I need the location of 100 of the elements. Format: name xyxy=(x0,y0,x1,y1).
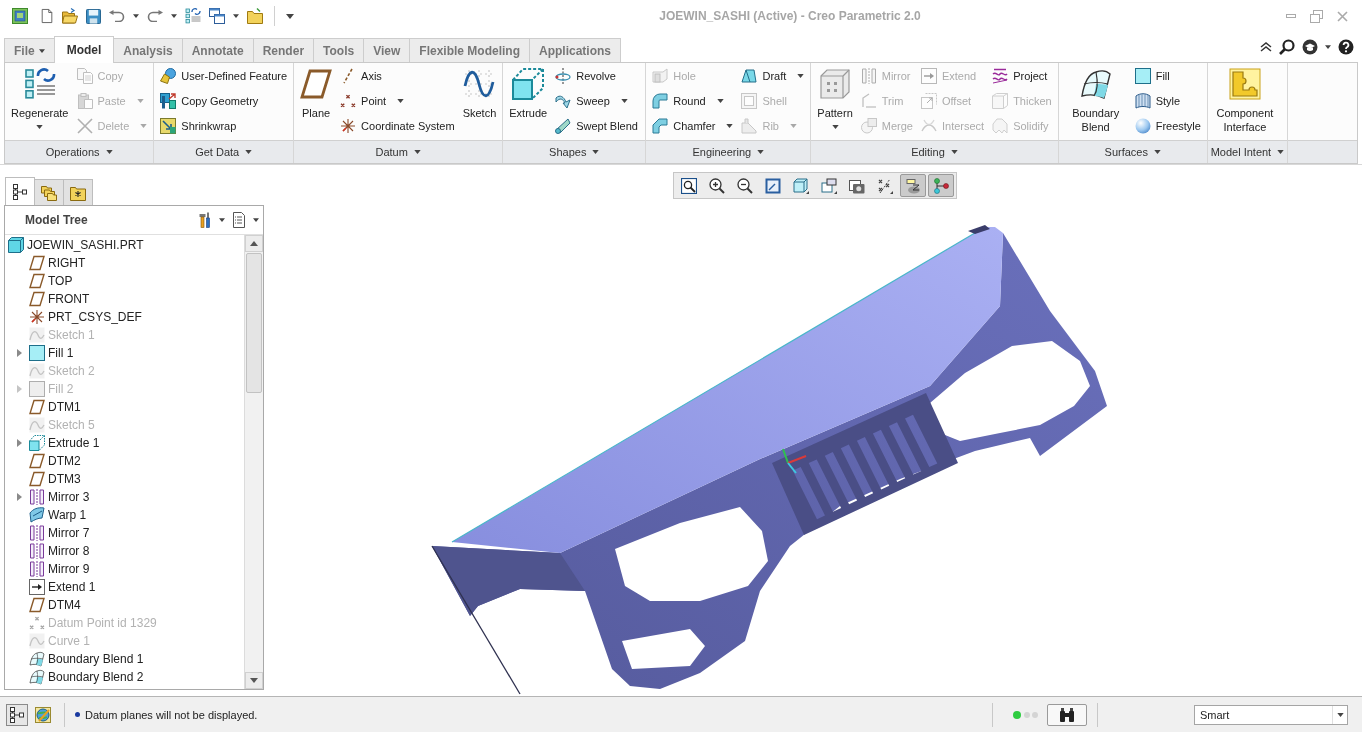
tree-structure-icon xyxy=(12,183,28,200)
tree-item[interactable]: DTM3 xyxy=(5,470,244,488)
boundary-blend-button[interactable]: Boundary Blend xyxy=(1062,63,1129,134)
tree-item[interactable]: Warp 1 xyxy=(5,506,244,524)
caret-icon[interactable] xyxy=(133,14,139,18)
camera-frame-icon xyxy=(849,177,865,194)
expand-arrow-icon[interactable] xyxy=(16,349,22,357)
panel-toggle-button[interactable] xyxy=(6,703,28,726)
tree-item[interactable]: Boundary Blend 1 xyxy=(5,650,244,668)
tree-item[interactable]: FRONT xyxy=(5,290,244,308)
ribbon-tab[interactable]: View xyxy=(363,38,411,62)
tree-item[interactable]: DTM2 xyxy=(5,452,244,470)
style-button[interactable]: Style xyxy=(1132,88,1203,113)
project-button[interactable]: Project xyxy=(990,63,1054,88)
round-button[interactable]: Round xyxy=(650,88,736,113)
warp-block-icon xyxy=(29,507,45,523)
caret-icon[interactable] xyxy=(219,218,225,222)
refresh-list-icon[interactable] xyxy=(185,8,201,24)
ribbon-tab[interactable]: Model xyxy=(53,36,115,63)
find-button[interactable] xyxy=(1047,703,1087,726)
caret-icon xyxy=(36,125,44,129)
caret-icon[interactable] xyxy=(171,14,177,18)
ribbon-tab[interactable]: Annotate xyxy=(181,38,254,62)
tree-item[interactable]: Extrude 1 xyxy=(5,434,244,452)
component-interface-button[interactable]: Component Interface xyxy=(1211,63,1278,134)
draft-button[interactable]: Draft xyxy=(739,63,807,88)
tree-item[interactable]: Mirror 9 xyxy=(5,560,244,578)
expand-arrow-icon[interactable] xyxy=(16,439,22,447)
tree-item[interactable]: Mirror 8 xyxy=(5,542,244,560)
new-page-icon[interactable] xyxy=(40,8,54,24)
redo-arrow-icon[interactable] xyxy=(147,10,163,22)
curved-patch-icon xyxy=(1079,68,1112,100)
dot-grid-cube-icon xyxy=(819,68,852,100)
scroll-thumb[interactable] xyxy=(246,253,262,393)
caret-icon xyxy=(716,98,724,103)
search-icon[interactable] xyxy=(1279,39,1295,55)
app-window-icon[interactable] xyxy=(12,8,28,24)
folder-icon[interactable] xyxy=(247,8,263,24)
revolve-button[interactable]: Revolve xyxy=(553,63,640,88)
list-settings-icon[interactable] xyxy=(231,212,247,228)
cap-circle-icon[interactable] xyxy=(1302,39,1318,55)
double-chevron-up-icon[interactable] xyxy=(1260,42,1272,52)
coordinate-system-button[interactable]: Coordinate System xyxy=(338,113,457,138)
undo-arrow-icon[interactable] xyxy=(109,10,125,22)
tools-icon[interactable] xyxy=(197,212,213,228)
sweep-button[interactable]: Sweep xyxy=(553,88,640,113)
plane-button[interactable]: Plane xyxy=(298,63,335,120)
tree-item[interactable]: Fill 1 xyxy=(5,344,244,362)
ribbon-tab[interactable]: Tools xyxy=(313,38,365,62)
axis-button[interactable]: Axis xyxy=(338,63,457,88)
ribbon-tab[interactable]: File xyxy=(4,38,55,62)
tree-item[interactable]: RIGHT xyxy=(5,254,244,272)
scrollbar[interactable] xyxy=(244,235,263,689)
caret-icon xyxy=(757,150,765,154)
group-menu-button[interactable]: Shapes xyxy=(549,146,600,158)
point-button[interactable]: Point xyxy=(338,88,457,113)
small-cube-icon xyxy=(8,237,24,253)
group-menu-button[interactable]: Datum xyxy=(375,146,421,158)
caret-icon[interactable] xyxy=(286,13,294,19)
swept-blend-button[interactable]: Swept Blend xyxy=(553,113,640,138)
ribbon-tab[interactable]: Render xyxy=(252,38,315,62)
fill-button[interactable]: Fill xyxy=(1132,63,1203,88)
copy-geometry-button[interactable]: Copy Geometry xyxy=(158,88,290,113)
tree-item[interactable]: Mirror 3 xyxy=(5,488,244,506)
caret-icon[interactable] xyxy=(233,14,239,18)
tree-item[interactable]: DTM1 xyxy=(5,398,244,416)
cross-icon xyxy=(76,117,93,134)
user-defined-feature-button[interactable]: User-Defined Feature xyxy=(158,63,290,88)
tree-item[interactable]: JOEWIN_SASHI.PRT xyxy=(5,236,244,254)
extrude-button[interactable]: Extrude xyxy=(507,63,550,120)
tree-item[interactable]: Mirror 7 xyxy=(5,524,244,542)
zoom-out-icon xyxy=(737,177,753,194)
tree-item[interactable]: Extend 1 xyxy=(5,578,244,596)
tree-item[interactable]: Boundary Blend 2 xyxy=(5,668,244,686)
ribbon-tab[interactable]: Flexible Modeling xyxy=(409,38,530,62)
sketch-button[interactable]: Sketch xyxy=(460,63,499,120)
ribbon-tab[interactable]: Applications xyxy=(529,38,621,62)
tree-item[interactable]: TOP xyxy=(5,272,244,290)
panel-tab[interactable] xyxy=(5,177,35,205)
help-icon[interactable] xyxy=(1338,39,1354,55)
shrinkwrap-button[interactable]: Shrinkwrap xyxy=(158,113,290,138)
tree-item[interactable]: PRT_CSYS_DEF xyxy=(5,308,244,326)
expand-arrow-icon[interactable] xyxy=(16,493,22,501)
ribbon-tab[interactable]: Analysis xyxy=(113,38,183,62)
parallelogram-icon xyxy=(29,471,45,487)
group-menu-button[interactable]: Editing xyxy=(911,146,958,158)
selection-filter-dropdown[interactable]: Smart xyxy=(1194,704,1348,725)
caret-icon[interactable] xyxy=(1325,45,1331,49)
tree-item[interactable]: DTM4 xyxy=(5,596,244,614)
group-menu-button[interactable]: Surfaces xyxy=(1104,146,1161,158)
caret-icon[interactable] xyxy=(253,218,259,222)
globe-pencil-icon xyxy=(35,706,51,723)
freestyle-button[interactable]: Freestyle xyxy=(1132,113,1203,138)
open-folder-icon[interactable] xyxy=(62,8,78,24)
pattern-button[interactable]: Pattern xyxy=(815,63,855,129)
scroll-down-button[interactable] xyxy=(245,672,263,689)
chamfer-button[interactable]: Chamfer xyxy=(650,113,736,138)
scroll-up-button[interactable] xyxy=(245,235,263,252)
windows-stack-icon[interactable] xyxy=(209,8,225,24)
regenerate-button[interactable]: Regenerate xyxy=(9,63,71,129)
